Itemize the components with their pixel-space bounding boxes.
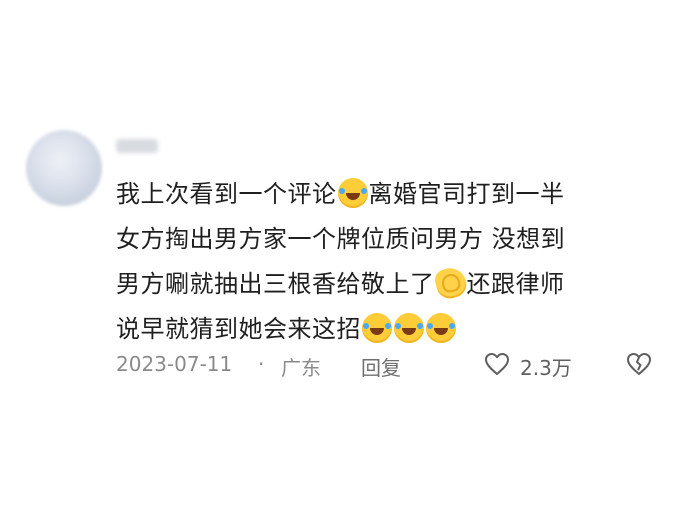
avatar[interactable] [26, 130, 102, 206]
laugh-cry-emoji [426, 313, 456, 343]
comment-text-segment: 女方掏出男方家一个牌位质问男方 没想到 [116, 225, 566, 253]
comment-text: 我上次看到一个评论 离婚官司打到一半 女方掏出男方家一个牌位质问男方 没想到 男方… [116, 172, 676, 352]
comment-meta: 2023-07-11 · 广东 回复 2.3万 [116, 350, 676, 380]
meta-separator: · [258, 352, 265, 376]
comment-text-segment: 我上次看到一个评论 [116, 180, 337, 208]
heart-icon[interactable] [484, 352, 510, 376]
comment-line-1: 我上次看到一个评论 离婚官司打到一半 [116, 172, 676, 217]
laugh-cry-emoji [394, 313, 424, 343]
comment-text-segment: 离婚官司打到一半 [368, 180, 565, 208]
like-count: 2.3万 [520, 356, 572, 380]
comment-text-segment: 还跟律师 [466, 270, 565, 298]
comment-location: 广东 [281, 356, 321, 380]
broken-heart-icon[interactable] [626, 352, 652, 376]
laugh-cry-emoji [337, 178, 368, 208]
comment-text-segment: 说早就猜到她会来这招 [116, 315, 361, 343]
comment-line-4: 说早就猜到她会来这招 [116, 307, 676, 352]
reply-button[interactable]: 回复 [361, 352, 401, 381]
laugh-cry-emoji [362, 313, 392, 343]
pray-emoji [432, 264, 469, 302]
comment-line-2: 女方掏出男方家一个牌位质问男方 没想到 [116, 217, 676, 262]
comment-date: 2023-07-11 [116, 352, 233, 376]
username-blurred[interactable] [116, 139, 158, 153]
comment-text-segment: 男方唰就抽出三根香给敬上了 [116, 270, 435, 298]
comment-line-3: 男方唰就抽出三根香给敬上了 还跟律师 [116, 262, 676, 307]
